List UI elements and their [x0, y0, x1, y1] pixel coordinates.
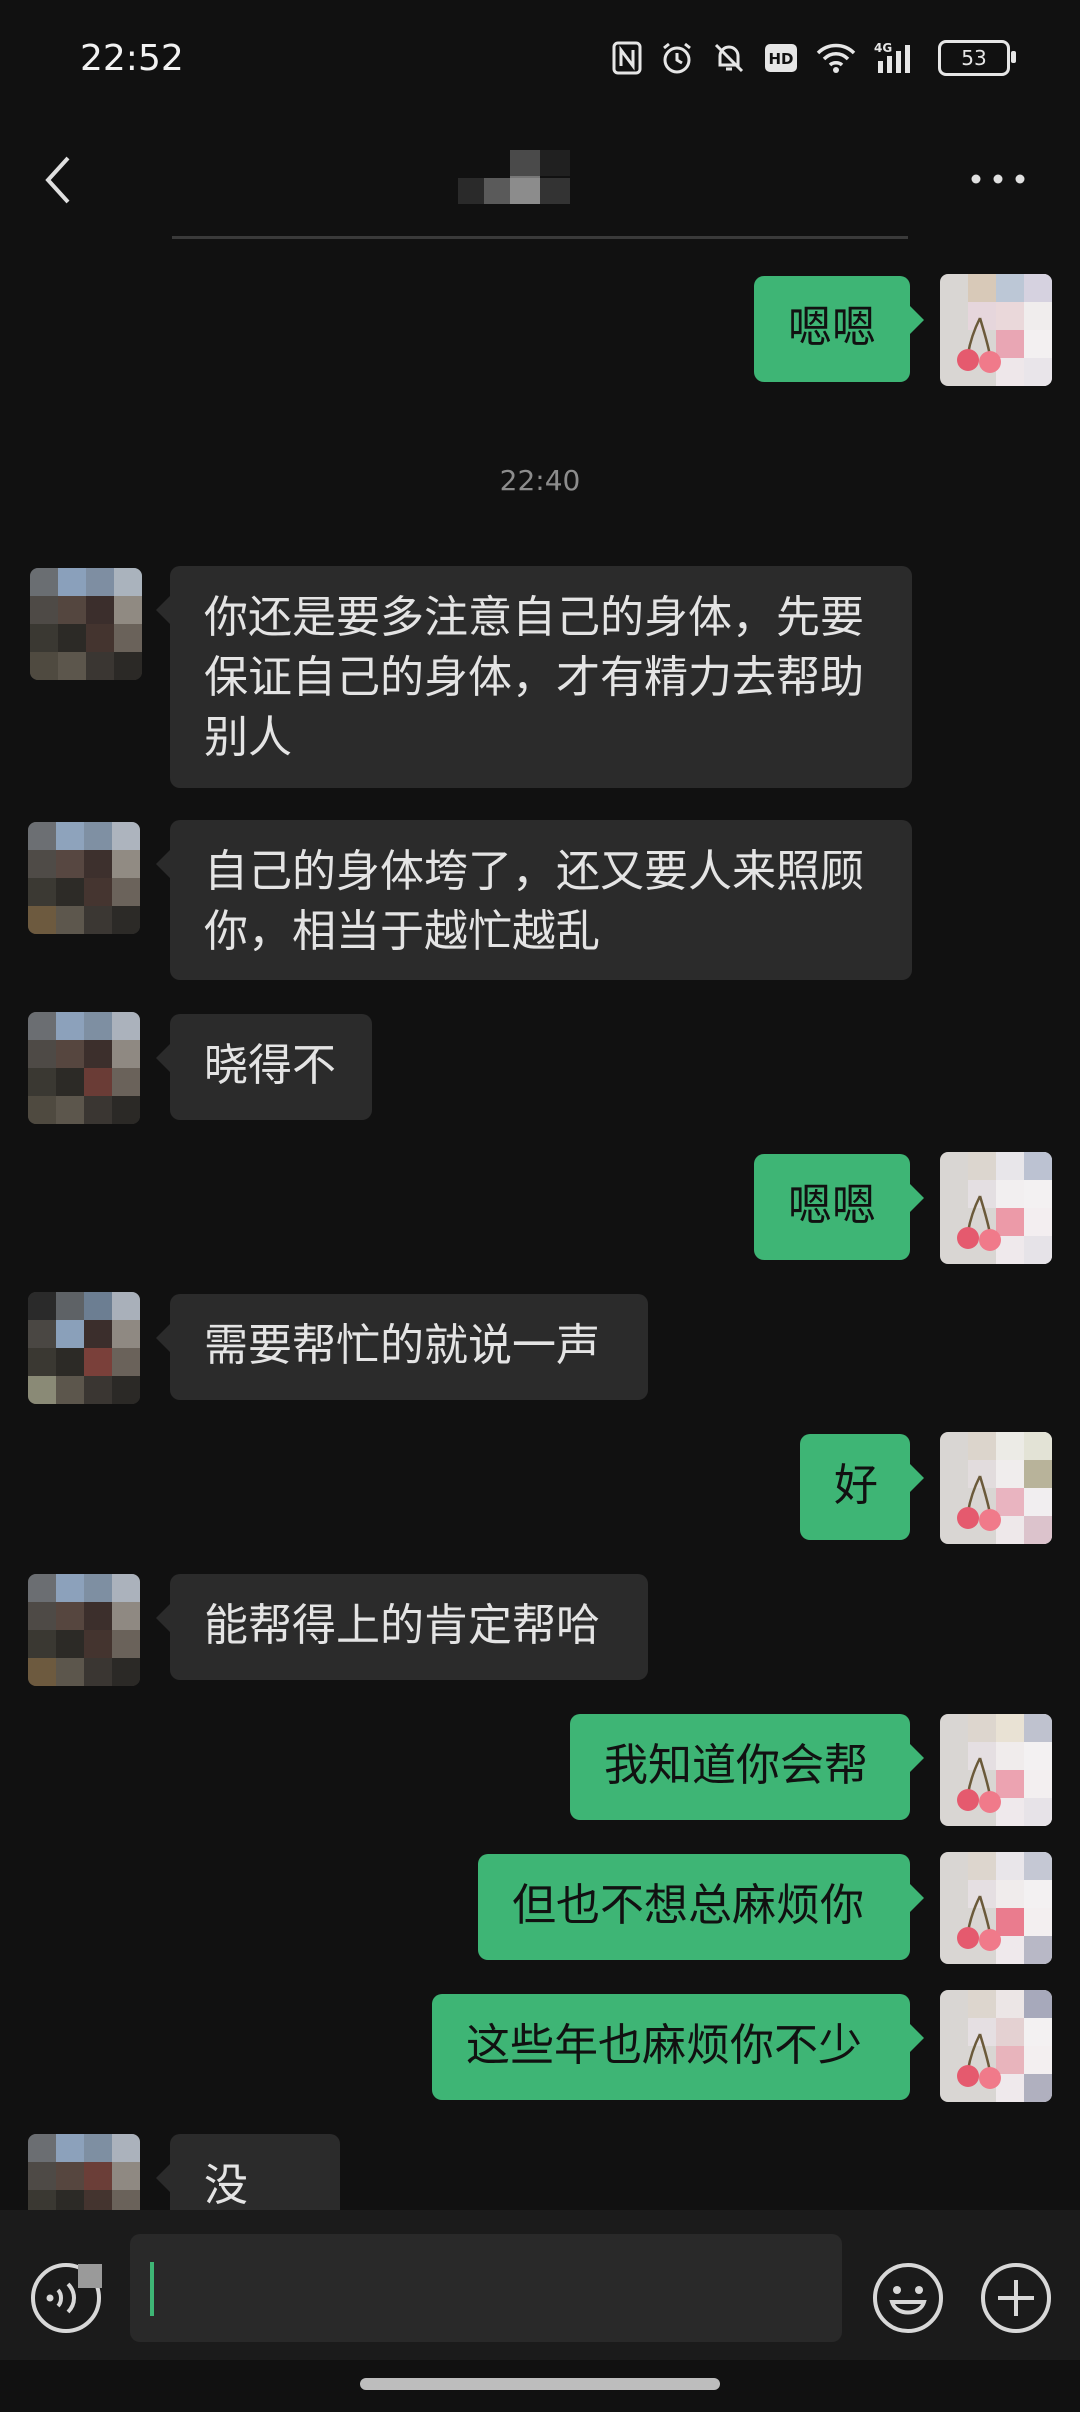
status-time: 22:52: [80, 38, 184, 79]
chat-timestamp: 22:40: [499, 464, 581, 497]
chat-area[interactable]: 嗯嗯 22:40 你还是要多注意自己的身体，先要 保证自己的身体，才有精力去帮助…: [0, 240, 1080, 2210]
back-icon[interactable]: [40, 150, 80, 210]
contact-avatar[interactable]: [28, 1292, 140, 1404]
alarm-icon: [660, 41, 694, 75]
input-bar: [0, 2210, 1080, 2360]
contact-avatar[interactable]: [28, 1574, 140, 1686]
message-bubble-received[interactable]: 自己的身体垮了，还又要人来照顾 你，相当于越忙越乱: [156, 820, 912, 980]
contact-avatar[interactable]: [28, 1012, 140, 1124]
my-avatar[interactable]: [940, 1152, 1052, 1264]
svg-text:HD: HD: [768, 50, 793, 68]
message-bubble-sent[interactable]: 但也不想总麻烦你: [478, 1854, 924, 1960]
message-bubble-received[interactable]: 需要帮忙的就说一声: [156, 1294, 648, 1400]
message-bubble-sent[interactable]: 这些年也麻烦你不少: [432, 1994, 924, 2100]
message-bubble-received[interactable]: 晓得不: [156, 1014, 372, 1120]
my-avatar[interactable]: [940, 1432, 1052, 1544]
status-bar: 22:52 HD 4G 53: [0, 0, 1080, 120]
contact-name-pixelated: [458, 150, 598, 210]
battery-level: 53: [961, 46, 987, 70]
emoji-icon[interactable]: [870, 2260, 946, 2336]
text-caret: [150, 2262, 154, 2316]
cherry-icon: [957, 317, 1001, 373]
message-bubble-sent[interactable]: 嗯嗯: [754, 276, 924, 382]
my-avatar[interactable]: [940, 1714, 1052, 1826]
message-bubble-received[interactable]: 能帮得上的肯定帮哈: [156, 1574, 648, 1680]
message-bubble-received[interactable]: 你还是要多注意自己的身体，先要 保证自己的身体，才有精力去帮助 别人: [156, 566, 912, 788]
message-bubble-received[interactable]: 没事，: [156, 2134, 340, 2210]
home-indicator[interactable]: [360, 2378, 720, 2390]
message-input[interactable]: [130, 2234, 842, 2342]
nfc-icon: [612, 41, 642, 75]
contact-avatar[interactable]: [28, 2134, 140, 2210]
cherry-icon: [957, 1475, 1001, 1531]
mute-icon: [712, 41, 746, 75]
more-icon[interactable]: [968, 164, 1028, 194]
wifi-icon: [816, 42, 856, 74]
my-avatar[interactable]: [940, 1990, 1052, 2102]
cherry-icon: [957, 1757, 1001, 1813]
battery-icon: 53: [938, 40, 1016, 76]
contact-avatar[interactable]: [28, 822, 140, 934]
my-avatar[interactable]: [940, 1852, 1052, 1964]
title-divider: [172, 236, 908, 239]
voice-icon[interactable]: [28, 2260, 104, 2336]
cherry-icon: [957, 2033, 1001, 2089]
message-bubble-sent[interactable]: 嗯嗯: [754, 1154, 924, 1260]
cherry-icon: [957, 1195, 1001, 1251]
status-icons: HD 4G 53: [612, 40, 1016, 76]
hd-icon: HD: [764, 43, 798, 73]
plus-icon[interactable]: [978, 2260, 1054, 2336]
4g-signal-icon: 4G: [874, 41, 920, 75]
message-bubble-sent[interactable]: 我知道你会帮: [570, 1714, 924, 1820]
svg-text:4G: 4G: [874, 41, 892, 55]
cherry-icon: [957, 1895, 1001, 1951]
contact-avatar[interactable]: [30, 568, 142, 680]
my-avatar[interactable]: [940, 274, 1052, 386]
message-bubble-sent[interactable]: 好: [800, 1434, 924, 1540]
